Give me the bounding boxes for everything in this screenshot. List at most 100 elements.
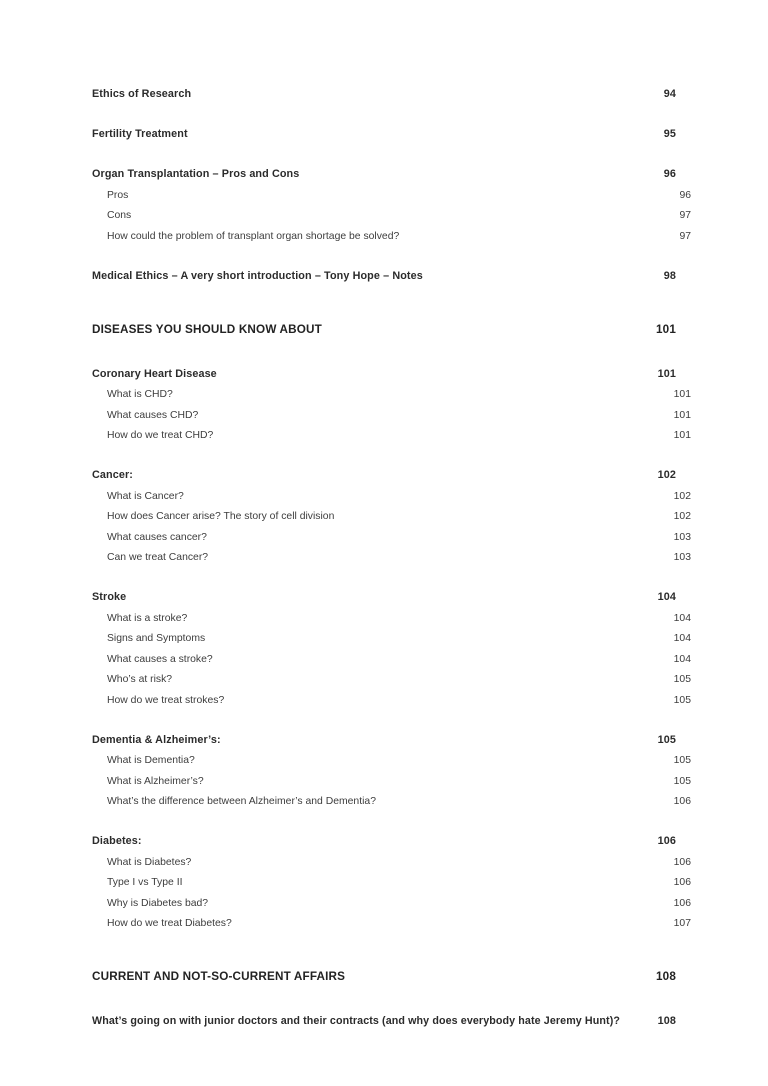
toc-entry-title: Ethics of Research [92,88,192,100]
toc-entry[interactable]: Cons 97 [92,210,691,221]
toc-entry-page-number: 102 [673,511,691,522]
toc-group: Ethics of Research 94 [92,88,676,100]
toc-entry[interactable]: Signs and Symptoms 104 [92,633,691,644]
toc-entry-title: Medical Ethics – A very short introducti… [92,269,423,282]
toc-entry[interactable]: Coronary Heart Disease 101 [92,368,676,380]
toc-entry-page-number: 95 [663,128,676,140]
toc-entry-title: Signs and Symptoms [107,633,206,644]
toc-entry-page-number: 105 [673,775,691,787]
toc-entry-title: Coronary Heart Disease [92,367,217,380]
toc-entry[interactable]: How do we treat Diabetes? 107 [92,918,691,929]
toc-entry-title: What is CHD? [107,389,173,400]
toc-entry-page-number: 101 [673,430,691,441]
toc-entry[interactable]: Who’s at risk? 105 [92,674,691,685]
toc-entry-page-number: 105 [673,694,691,706]
toc-entry-page-number: 105 [673,674,691,685]
toc-entry-page-number: 104 [657,591,676,603]
toc-entry-title: Cancer: [92,469,133,481]
toc-group: Medical Ethics – A very short introducti… [92,270,676,282]
toc-entry-page-number: 108 [655,970,676,983]
toc-entry[interactable]: Ethics of Research 94 [92,88,676,100]
toc-entry[interactable]: Medical Ethics – A very short introducti… [92,270,676,282]
page-footer: interviewcrashcourse 7 [0,1000,768,1060]
document-page: Ethics of Research 94 Fertility Treatment 9… [0,0,768,1086]
toc-entry-title: What is Diabetes? [107,856,192,868]
toc-entry[interactable]: Organ Transplantation – Pros and Cons 96 [92,168,676,180]
toc-entry[interactable]: DISEASES YOU SHOULD KNOW ABOUT 101 [92,323,676,336]
toc-entry-title: CURRENT AND NOT-SO-CURRENT AFFAIRS [92,970,346,983]
toc-entry-title: Dementia & Alzheimer’s: [92,733,221,746]
toc-entry-page-number: 105 [657,733,676,746]
toc-entry-title: How do we treat CHD? [107,430,214,441]
toc-entry-title: Organ Transplantation – Pros and Cons [92,168,300,180]
toc-entry-title: DISEASES YOU SHOULD KNOW ABOUT [92,322,322,336]
toc-entry[interactable]: How does Cancer arise? The story of cell… [92,511,691,522]
toc-entry[interactable]: What causes CHD? 101 [92,410,691,421]
toc-entry[interactable]: Stroke 104 [92,591,676,603]
toc-entry[interactable]: What is Dementia? 105 [92,755,691,766]
toc-entry-page-number: 94 [663,88,676,100]
toc-entry[interactable]: Dementia & Alzheimer’s: 105 [92,734,676,746]
toc-entry-page-number: 101 [655,322,676,336]
toc-entry-title: What causes CHD? [107,409,199,421]
toc-entry-page-number: 97 [679,210,691,221]
toc-entry-title: Pros [107,189,129,201]
toc-entry-page-number: 103 [673,552,691,563]
toc-entry-title: How do we treat strokes? [107,694,225,706]
toc-group: Cancer: 102 What is Cancer? 102 How does Can… [92,469,691,563]
toc-entry[interactable]: What is a stroke? 104 [92,613,691,624]
toc-entry[interactable]: What is CHD? 101 [92,389,691,400]
toc-entry-page-number: 98 [663,269,676,282]
toc-entry[interactable]: Can we treat Cancer? 103 [92,552,691,563]
toc-group: Organ Transplantation – Pros and Cons 96 P… [92,168,691,242]
toc-entry[interactable]: What is Cancer? 102 [92,491,691,502]
toc-entry-page-number: 106 [657,835,676,847]
toc-entry[interactable]: How could the problem of transplant orga… [92,231,691,242]
toc-entry-page-number: 105 [673,755,691,766]
toc-entry-page-number: 101 [673,409,691,421]
toc-entry-title: Stroke [92,591,127,603]
toc-entry-title: Who’s at risk? [107,674,173,685]
toc-entry[interactable]: How do we treat strokes? 105 [92,695,691,706]
toc-entry-page-number: 101 [657,367,676,380]
toc-entry[interactable]: Fertility Treatment 95 [92,128,676,140]
toc-entry-page-number: 106 [673,877,691,888]
toc-entry[interactable]: What causes cancer? 103 [92,532,691,543]
toc-entry[interactable]: What is Alzheimer’s? 105 [92,776,691,787]
toc-entry-page-number: 96 [679,189,691,201]
toc-entry[interactable]: What causes a stroke? 104 [92,654,691,665]
toc-entry-title: What is Cancer? [107,490,184,502]
toc-group: Coronary Heart Disease 101 What is CHD? 101… [92,368,691,442]
toc-entry-page-number: 101 [673,389,691,400]
toc-entry-title: Diabetes: [92,835,142,847]
toc-entry-title: What is a stroke? [107,612,188,624]
toc-entry[interactable]: Pros 96 [92,190,691,201]
toc-entry-page-number: 102 [673,490,691,502]
toc-group: Dementia & Alzheimer’s: 105 What is Dement… [92,734,691,808]
table-of-contents: Ethics of Research 94 Fertility Treatment 9… [92,88,691,1027]
toc-entry-title: What is Alzheimer’s? [107,775,204,787]
toc-entry-title: Cons [107,210,132,221]
toc-entry[interactable]: Type I vs Type II 106 [92,877,691,888]
toc-group: Diabetes: 106 What is Diabetes? 106 Type I v… [92,835,691,929]
toc-entry[interactable]: What’s the difference between Alzheimer’… [92,796,691,807]
toc-entry-title: What causes a stroke? [107,653,213,665]
toc-entry[interactable]: Cancer: 102 [92,469,676,481]
toc-entry[interactable]: What is Diabetes? 106 [92,857,691,868]
toc-entry-page-number: 102 [657,469,676,481]
toc-entry-page-number: 106 [673,897,691,909]
toc-entry-title: How could the problem of transplant orga… [107,230,400,242]
toc-group: Stroke 104 What is a stroke? 104 Signs and S… [92,591,691,706]
toc-group: CURRENT AND NOT-SO-CURRENT AFFAIRS 108 [92,970,676,983]
toc-entry[interactable]: Why is Diabetes bad? 106 [92,898,691,909]
toc-entry-page-number: 106 [673,796,691,807]
toc-entry[interactable]: How do we treat CHD? 101 [92,430,691,441]
toc-entry-page-number: 97 [679,230,691,242]
toc-entry-title: What causes cancer? [107,531,207,543]
toc-entry-title: Why is Diabetes bad? [107,897,209,909]
toc-entry-page-number: 107 [673,918,691,929]
toc-entry[interactable]: CURRENT AND NOT-SO-CURRENT AFFAIRS 108 [92,970,676,983]
toc-entry-page-number: 104 [673,633,691,644]
toc-entry[interactable]: Diabetes: 106 [92,835,676,847]
toc-group: DISEASES YOU SHOULD KNOW ABOUT 101 [92,323,676,336]
